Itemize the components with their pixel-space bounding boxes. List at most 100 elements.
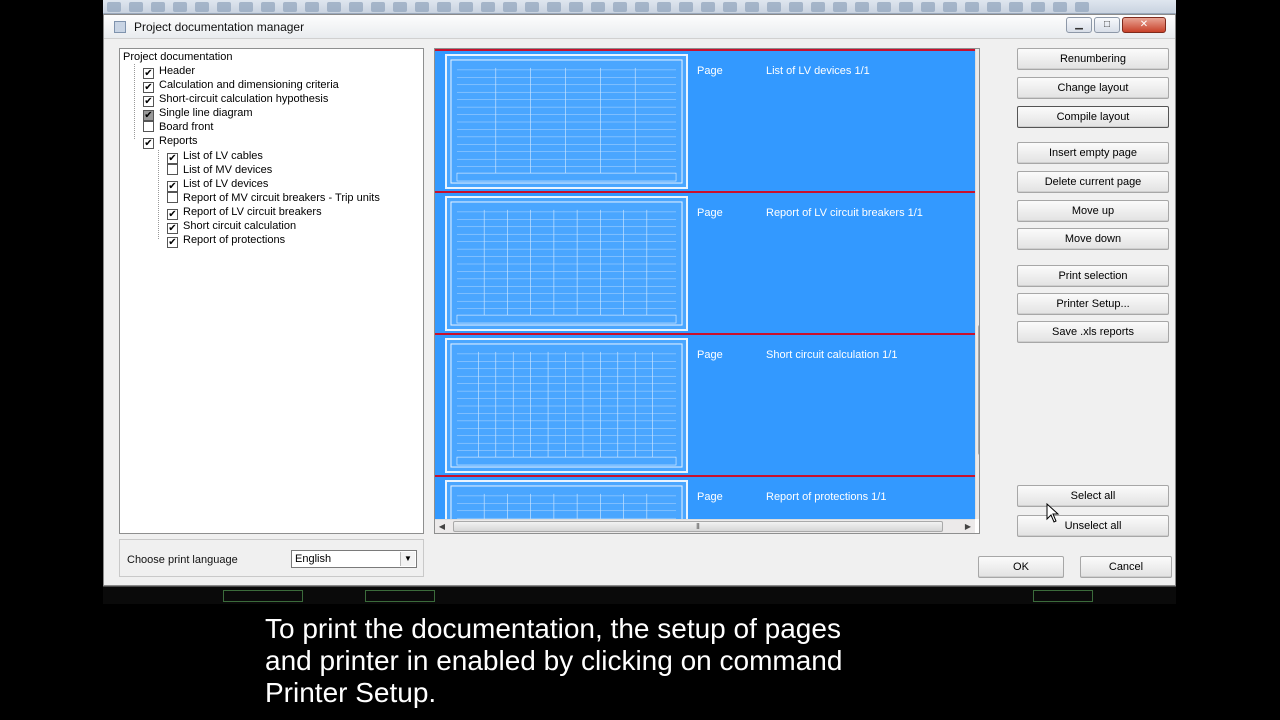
toolbar-icon[interactable] bbox=[789, 2, 803, 12]
page-row[interactable]: Page Report of LV circuit breakers 1/1 bbox=[435, 191, 975, 333]
toolbar-icon[interactable] bbox=[965, 2, 979, 12]
toolbar-icon[interactable] bbox=[437, 2, 451, 12]
checkbox[interactable]: ✔ bbox=[143, 138, 154, 149]
scroll-up-icon[interactable]: ▲ bbox=[976, 49, 979, 63]
toolbar-icon[interactable] bbox=[569, 2, 583, 12]
unselect-all-button[interactable]: Unselect all bbox=[1017, 515, 1169, 537]
tree-item-reports[interactable]: ✔ Reports bbox=[143, 134, 198, 149]
tree-item-list-lv-cables[interactable]: ✔ List of LV cables bbox=[167, 149, 263, 164]
toolbar-icon[interactable] bbox=[415, 2, 429, 12]
checkbox[interactable] bbox=[167, 164, 178, 175]
tree-item-report-mv-breakers[interactable]: Report of MV circuit breakers - Trip uni… bbox=[167, 191, 380, 205]
tree-item-list-mv-devices[interactable]: List of MV devices bbox=[167, 163, 272, 177]
toolbar-icon[interactable] bbox=[393, 2, 407, 12]
toolbar-icon[interactable] bbox=[701, 2, 715, 12]
insert-empty-page-button[interactable]: Insert empty page bbox=[1017, 142, 1169, 164]
toolbar-icon[interactable] bbox=[151, 2, 165, 12]
documentation-tree[interactable]: Project documentation ✔ Header ✔ Calculati… bbox=[119, 48, 424, 534]
cancel-button[interactable]: Cancel bbox=[1080, 556, 1172, 578]
toolbar-icon[interactable] bbox=[745, 2, 759, 12]
tree-item-short-circuit-calculation[interactable]: ✔ Short circuit calculation bbox=[167, 219, 296, 234]
toolbar-icon[interactable] bbox=[877, 2, 891, 12]
vertical-scroll-thumb[interactable]: ≡ bbox=[978, 325, 979, 455]
scroll-left-icon[interactable]: ◀ bbox=[435, 520, 449, 533]
toolbar-icon[interactable] bbox=[833, 2, 847, 12]
toolbar-icon[interactable] bbox=[305, 2, 319, 12]
toolbar-icon[interactable] bbox=[261, 2, 275, 12]
toolbar-icon[interactable] bbox=[459, 2, 473, 12]
toolbar-icon[interactable] bbox=[921, 2, 935, 12]
toolbar-icon[interactable] bbox=[371, 2, 385, 12]
checkbox[interactable]: ✔ bbox=[167, 237, 178, 248]
tree-item-list-lv-devices[interactable]: ✔ List of LV devices bbox=[167, 177, 268, 192]
toolbar-icon[interactable] bbox=[547, 2, 561, 12]
toolbar-icon[interactable] bbox=[525, 2, 539, 12]
horizontal-scroll-thumb[interactable]: Ⅱ bbox=[453, 521, 943, 532]
toolbar-icon[interactable] bbox=[723, 2, 737, 12]
toolbar-icon[interactable] bbox=[767, 2, 781, 12]
status-segment bbox=[1033, 590, 1093, 602]
minimize-button[interactable]: ▁ bbox=[1066, 17, 1092, 33]
toolbar-icon[interactable] bbox=[1031, 2, 1045, 12]
toolbar-icon[interactable] bbox=[239, 2, 253, 12]
tree-item-short-circuit-hypothesis[interactable]: ✔ Short-circuit calculation hypothesis bbox=[143, 92, 329, 107]
select-all-button[interactable]: Select all bbox=[1017, 485, 1169, 507]
tree-item-header[interactable]: ✔ Header bbox=[143, 64, 195, 79]
page-preview-list[interactable]: Page List of LV devices 1/1 Page Report … bbox=[434, 48, 980, 534]
toolbar-icon[interactable] bbox=[129, 2, 143, 12]
toolbar-icon[interactable] bbox=[1053, 2, 1067, 12]
print-language-select[interactable]: English ▼ bbox=[291, 550, 417, 568]
vertical-scrollbar[interactable]: ▲ ≡ ▼ bbox=[975, 49, 979, 519]
tree-item-label: Short-circuit calculation hypothesis bbox=[159, 93, 329, 105]
scroll-down-icon[interactable]: ▼ bbox=[976, 505, 979, 519]
toolbar-icon[interactable] bbox=[1009, 2, 1023, 12]
save-xls-reports-button[interactable]: Save .xls reports bbox=[1017, 321, 1169, 343]
tree-root-label[interactable]: Project documentation bbox=[123, 50, 232, 64]
compile-layout-button[interactable]: Compile layout bbox=[1017, 106, 1169, 128]
toolbar-icon[interactable] bbox=[613, 2, 627, 12]
maximize-button[interactable]: □ bbox=[1094, 17, 1120, 33]
scroll-right-icon[interactable]: ▶ bbox=[961, 520, 975, 533]
toolbar-icon[interactable] bbox=[327, 2, 341, 12]
toolbar-icon[interactable] bbox=[503, 2, 517, 12]
toolbar-icon[interactable] bbox=[173, 2, 187, 12]
tree-item-calculation-criteria[interactable]: ✔ Calculation and dimensioning criteria bbox=[143, 78, 339, 93]
ok-button[interactable]: OK bbox=[978, 556, 1064, 578]
toolbar-icon[interactable] bbox=[657, 2, 671, 12]
toolbar-icon[interactable] bbox=[217, 2, 231, 12]
toolbar-icon[interactable] bbox=[591, 2, 605, 12]
toolbar-icon[interactable] bbox=[635, 2, 649, 12]
page-row[interactable]: Page List of LV devices 1/1 bbox=[435, 49, 975, 191]
toolbar-icon[interactable] bbox=[481, 2, 495, 12]
tree-item-report-lv-breakers[interactable]: ✔ Report of LV circuit breakers bbox=[167, 205, 322, 220]
change-layout-button[interactable]: Change layout bbox=[1017, 77, 1169, 99]
page-row[interactable]: Page Short circuit calculation 1/1 bbox=[435, 333, 975, 475]
renumbering-button[interactable]: Renumbering bbox=[1017, 48, 1169, 70]
toolbar-icon[interactable] bbox=[195, 2, 209, 12]
printer-setup-button[interactable]: Printer Setup... bbox=[1017, 293, 1169, 315]
toolbar-icon[interactable] bbox=[283, 2, 297, 12]
checkbox[interactable] bbox=[143, 121, 154, 132]
toolbar-icon[interactable] bbox=[987, 2, 1001, 12]
chevron-down-icon[interactable]: ▼ bbox=[400, 552, 415, 566]
toolbar-icon[interactable] bbox=[943, 2, 957, 12]
dialog-titlebar[interactable]: Project documentation manager ▁ □ ✕ bbox=[104, 15, 1175, 39]
move-up-button[interactable]: Move up bbox=[1017, 200, 1169, 222]
caption-line: and printer in enabled by clicking on co… bbox=[265, 645, 843, 676]
move-down-button[interactable]: Move down bbox=[1017, 228, 1169, 250]
toolbar-icon[interactable] bbox=[855, 2, 869, 12]
close-button[interactable]: ✕ bbox=[1122, 17, 1166, 33]
toolbar-icon[interactable] bbox=[1075, 2, 1089, 12]
horizontal-scrollbar[interactable]: ◀ Ⅱ ▶ bbox=[435, 519, 975, 533]
print-selection-button[interactable]: Print selection bbox=[1017, 265, 1169, 287]
tree-item-report-protections[interactable]: ✔ Report of protections bbox=[167, 233, 285, 248]
toolbar-icon[interactable] bbox=[679, 2, 693, 12]
delete-current-page-button[interactable]: Delete current page bbox=[1017, 171, 1169, 193]
toolbar-icon[interactable] bbox=[899, 2, 913, 12]
checkbox[interactable] bbox=[167, 192, 178, 203]
toolbar-icon[interactable] bbox=[107, 2, 121, 12]
tree-item-board-front[interactable]: Board front bbox=[143, 120, 213, 134]
toolbar-icon[interactable] bbox=[349, 2, 363, 12]
tree-item-single-line-diagram[interactable]: ✔ Single line diagram bbox=[143, 106, 253, 121]
toolbar-icon[interactable] bbox=[811, 2, 825, 12]
